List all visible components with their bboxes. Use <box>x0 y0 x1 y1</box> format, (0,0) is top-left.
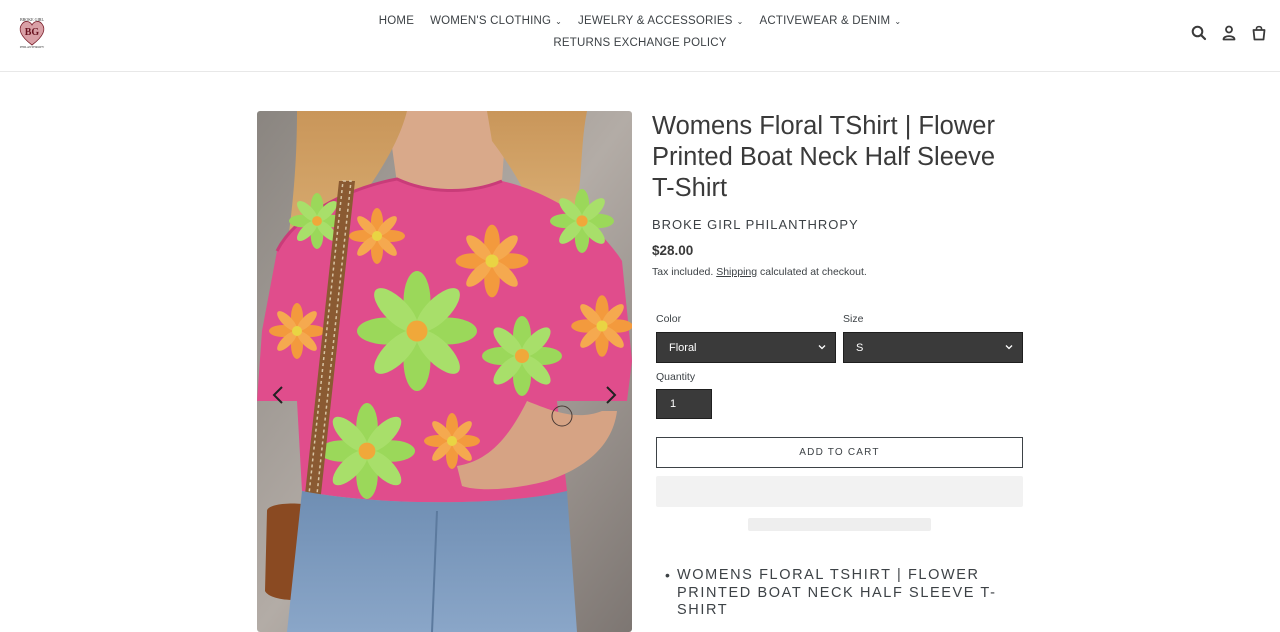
dynamic-checkout-button-placeholder[interactable] <box>656 476 1023 507</box>
color-label: Color <box>656 313 682 325</box>
header-actions <box>1190 24 1268 42</box>
color-select[interactable]: Floral <box>656 332 836 363</box>
size-label: Size <box>843 313 864 325</box>
color-select-value: Floral <box>669 341 697 354</box>
tax-note: Tax included. Shipping calculated at che… <box>652 266 1024 278</box>
nav-row-primary: HOME WOMEN'S CLOTHING ⌄ JEWELRY & ACCESSO… <box>0 15 1280 27</box>
chevron-down-icon <box>1005 345 1013 350</box>
description-bullet: • <box>665 567 670 583</box>
quantity-input[interactable]: 1 <box>656 389 712 419</box>
chevron-right-icon <box>606 386 617 404</box>
product-photo-illustration <box>257 111 632 632</box>
tax-prefix: Tax included. <box>652 266 717 278</box>
product-info: Womens Floral TShirt | Flower Printed Bo… <box>652 111 1024 278</box>
product-price: $28.00 <box>652 243 694 258</box>
add-to-cart-button[interactable]: ADD TO CART <box>656 437 1023 468</box>
slide-previous-button[interactable] <box>268 383 288 407</box>
main-navigation: HOME WOMEN'S CLOTHING ⌄ JEWELRY & ACCESSO… <box>0 0 1280 72</box>
search-icon[interactable] <box>1190 24 1208 42</box>
chevron-down-icon <box>818 345 826 350</box>
chevron-down-icon: ⌄ <box>736 17 744 26</box>
nav-item-womens-clothing[interactable]: WOMEN'S CLOTHING ⌄ <box>430 15 562 27</box>
nav-row-secondary: RETURNS EXCHANGE POLICY <box>0 37 1280 49</box>
chevron-down-icon: ⌄ <box>894 17 902 26</box>
size-select-value: S <box>856 341 864 354</box>
slide-next-button[interactable] <box>601 383 621 407</box>
more-payment-options-placeholder[interactable] <box>748 518 931 531</box>
add-to-cart-label: ADD TO CART <box>799 447 880 458</box>
product-image[interactable] <box>257 111 632 632</box>
cart-icon[interactable] <box>1250 24 1268 42</box>
product-title: Womens Floral TShirt | Flower Printed Bo… <box>652 112 996 202</box>
nav-item-label: RETURNS EXCHANGE POLICY <box>553 37 727 49</box>
shipping-link[interactable]: Shipping <box>716 266 757 278</box>
description-text: WOMENS FLORAL TSHIRT | FLOWER PRINTED BO… <box>677 567 997 618</box>
account-icon[interactable] <box>1220 24 1238 42</box>
nav-item-activewear-denim[interactable]: ACTIVEWEAR & DENIM ⌄ <box>760 15 902 27</box>
nav-item-home[interactable]: HOME <box>379 15 414 27</box>
nav-item-label: JEWELRY & ACCESSORIES <box>578 15 733 27</box>
chevron-left-icon <box>272 386 283 404</box>
nav-item-label: HOME <box>378 15 415 27</box>
nav-item-label: ACTIVEWEAR & DENIM <box>759 15 891 27</box>
site-header: BG BROKE GIRL PHILANTHROPY HOME WOMEN'S … <box>0 0 1280 72</box>
chevron-down-icon: ⌄ <box>555 17 563 26</box>
size-select[interactable]: S <box>843 332 1023 363</box>
nav-item-label: WOMEN'S CLOTHING <box>430 15 552 27</box>
product-vendor: BROKE GIRL PHILANTHROPY <box>652 217 859 232</box>
quantity-value: 1 <box>670 398 677 410</box>
quantity-label: Quantity <box>656 371 696 383</box>
tax-suffix: calculated at checkout. <box>757 266 867 278</box>
nav-item-returns-exchange-policy[interactable]: RETURNS EXCHANGE POLICY <box>553 37 726 49</box>
nav-item-jewelry-accessories[interactable]: JEWELRY & ACCESSORIES ⌄ <box>578 15 744 27</box>
